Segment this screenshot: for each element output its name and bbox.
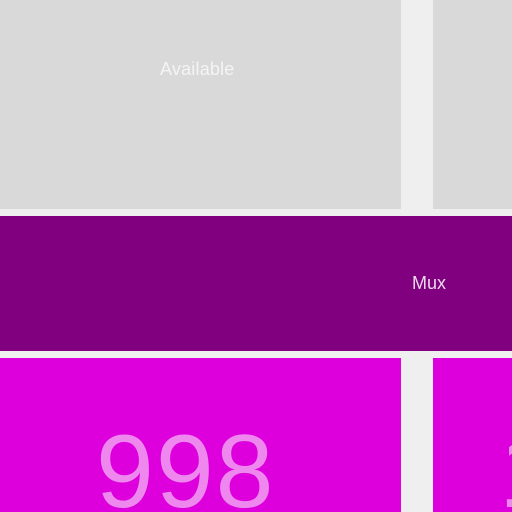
count-value: 998 xyxy=(96,414,276,512)
available-label: Available xyxy=(160,59,235,79)
count-tile[interactable]: 998 xyxy=(0,358,401,512)
available-tile[interactable]: Available xyxy=(0,0,401,209)
count-right-value: 1 xyxy=(499,420,512,512)
top-right-tile[interactable] xyxy=(433,0,512,209)
count-right-tile[interactable]: 1 xyxy=(433,358,512,512)
tile-dashboard: Available Mux 998 1 xyxy=(0,0,512,512)
mux-label: Mux xyxy=(412,273,447,293)
mux-tile[interactable]: Mux xyxy=(0,216,512,351)
